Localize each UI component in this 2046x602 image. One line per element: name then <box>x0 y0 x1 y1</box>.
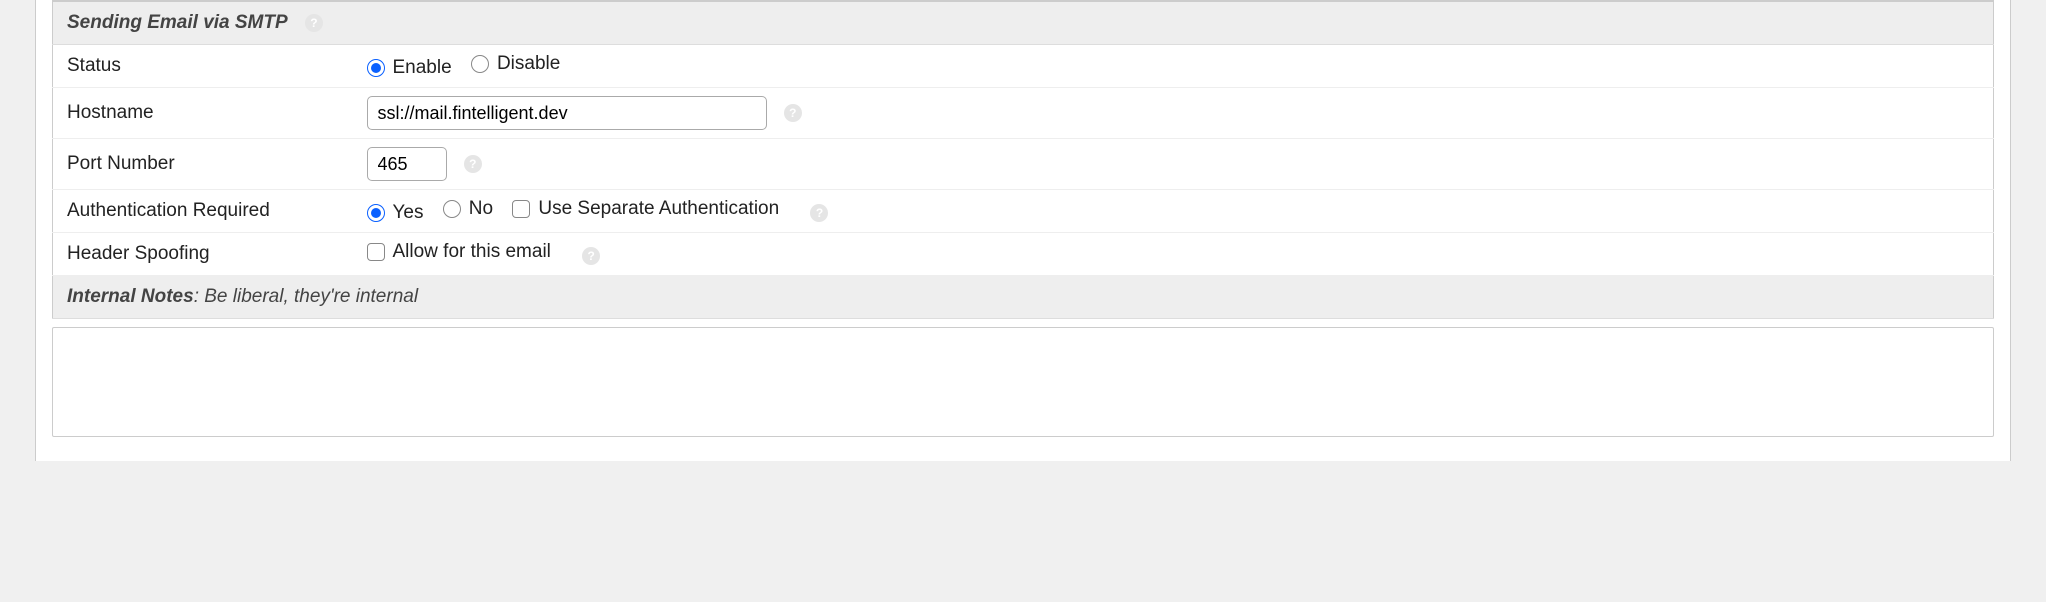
help-icon[interactable]: ? <box>305 14 323 32</box>
checkbox-icon <box>512 200 530 218</box>
status-label: Status <box>53 45 353 88</box>
status-disable-radio[interactable]: Disable <box>471 53 560 75</box>
separate-auth-checkbox[interactable]: Use Separate Authentication <box>512 198 779 220</box>
spoofing-label: Header Spoofing <box>53 233 353 276</box>
auth-yes-label: Yes <box>393 202 424 224</box>
smtp-section-title: Sending Email via SMTP <box>67 12 288 33</box>
radio-icon <box>367 59 385 77</box>
auth-no-label: No <box>469 198 493 220</box>
notes-section-hint: : Be liberal, they're internal <box>194 286 418 307</box>
auth-no-radio[interactable]: No <box>443 198 493 220</box>
notes-section-header: Internal Notes: Be liberal, they're inte… <box>53 276 1994 319</box>
radio-icon <box>471 55 489 73</box>
radio-icon <box>443 200 461 218</box>
help-icon[interactable]: ? <box>784 104 802 122</box>
hostname-label: Hostname <box>53 88 353 139</box>
radio-icon <box>367 204 385 222</box>
notes-section-title: Internal Notes <box>67 286 194 307</box>
hostname-input[interactable] <box>367 96 767 130</box>
internal-notes-textarea[interactable] <box>52 327 1994 437</box>
auth-yes-radio[interactable]: Yes <box>367 202 424 224</box>
checkbox-icon <box>367 243 385 261</box>
spoofing-allow-checkbox[interactable]: Allow for this email <box>367 241 551 263</box>
help-icon[interactable]: ? <box>810 204 828 222</box>
smtp-section-header: Sending Email via SMTP ? <box>53 1 1994 45</box>
port-input[interactable] <box>367 147 447 181</box>
status-enable-radio[interactable]: Enable <box>367 57 452 79</box>
spoofing-allow-label: Allow for this email <box>393 241 551 263</box>
separate-auth-label: Use Separate Authentication <box>538 198 779 220</box>
port-label: Port Number <box>53 139 353 190</box>
help-icon[interactable]: ? <box>582 247 600 265</box>
smtp-settings-table: Sending Email via SMTP ? Status Enable <box>52 0 1994 319</box>
status-disable-label: Disable <box>497 53 560 75</box>
help-icon[interactable]: ? <box>464 155 482 173</box>
auth-label: Authentication Required <box>53 190 353 233</box>
status-enable-label: Enable <box>393 57 452 79</box>
